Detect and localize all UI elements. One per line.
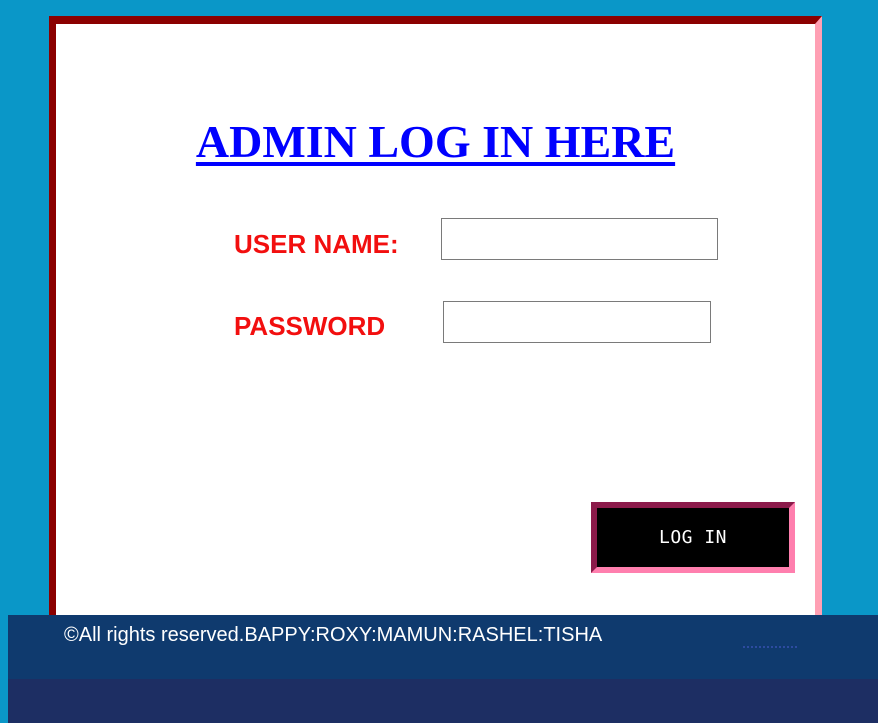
- login-panel: ADMIN LOG IN HERE USER NAME: PASSWORD LO…: [49, 16, 822, 616]
- password-label: PASSWORD: [234, 311, 386, 341]
- username-label: USER NAME:: [234, 229, 399, 259]
- page: ADMIN LOG IN HERE USER NAME: PASSWORD LO…: [0, 0, 878, 723]
- page-title[interactable]: ADMIN LOG IN HERE: [56, 114, 815, 169]
- copyright-text: ©All rights reserved.BAPPY:ROXY:MAMUN:RA…: [64, 624, 603, 646]
- login-button[interactable]: LOG IN: [591, 502, 795, 573]
- password-input[interactable]: [443, 301, 711, 343]
- footer-link-underline: [743, 646, 797, 648]
- username-input[interactable]: [441, 218, 718, 260]
- footer: ©All rights reserved.BAPPY:ROXY:MAMUN:RA…: [8, 615, 878, 723]
